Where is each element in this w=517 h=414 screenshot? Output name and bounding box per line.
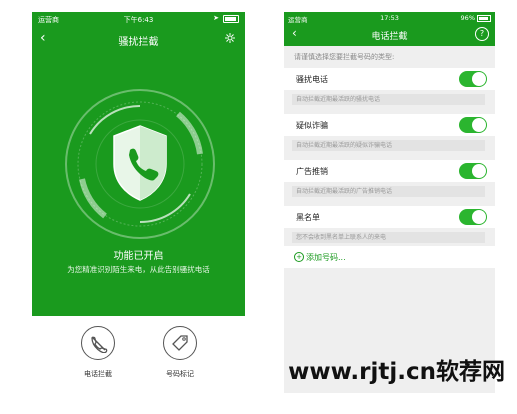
setting-label: 疑似诈骗 (296, 121, 328, 130)
setting-label: 黑名单 (296, 213, 320, 222)
setting-label: 广告推销 (296, 167, 328, 176)
setting-row-blacklist: 黑名单 (284, 206, 495, 228)
setting-description: 自动拦截近期最活跃的疑似诈骗电话 (292, 140, 485, 151)
toggle-switch-ads[interactable] (459, 163, 487, 179)
site-watermark: www.rjtj.cn软荐网 (288, 359, 505, 385)
add-number-button[interactable]: + 添加号码... (284, 246, 495, 268)
status-bar: 运营商 下午6:43 ➤ (32, 12, 245, 26)
shield-icon (113, 125, 167, 201)
nav-bar: ‹ 电话拦截 ? (284, 24, 495, 46)
left-phone-screen: 运营商 下午6:43 ➤ ‹ 骚扰拦截 功能已开启 为您精准识别陌生来电，从此告… (32, 12, 245, 393)
setting-row-fraud: 疑似诈骗 (284, 114, 495, 136)
call-block-label: 电话拦截 (84, 370, 112, 378)
battery-percent: 96% (460, 14, 475, 22)
gear-icon[interactable] (224, 32, 236, 44)
right-phone-screen: 运营商 17:53 96% ‹ 电话拦截 ? 请谨慎选择您要拦截号码的类型: 骚… (284, 12, 495, 393)
setting-description: 您不会收到黑名单上联系人的来电 (292, 232, 485, 243)
call-block-button[interactable]: 电话拦截 (68, 326, 128, 379)
setting-description: 自动拦截近期最活跃的骚扰电话 (292, 94, 485, 105)
setting-description: 自动拦截近期最活跃的广告推销电话 (292, 186, 485, 197)
phone-blocked-icon (91, 336, 108, 353)
page-title: 电话拦截 (371, 32, 408, 42)
add-number-label: 添加号码... (306, 253, 346, 262)
location-arrow-icon: ➤ (213, 14, 219, 22)
setting-row-harassment: 骚扰电话 (284, 68, 495, 90)
setting-row-ads: 广告推销 (284, 160, 495, 182)
status-bar: 运营商 17:53 96% (284, 12, 495, 24)
radar-shield-graphic (65, 89, 215, 239)
nav-bar: ‹ 骚扰拦截 (32, 26, 245, 52)
help-icon[interactable]: ? (475, 27, 489, 41)
toggle-switch-harassment[interactable] (459, 71, 487, 87)
plus-circle-icon: + (294, 252, 304, 262)
toggle-switch-blacklist[interactable] (459, 209, 487, 225)
instruction-hint: 请谨慎选择您要拦截号码的类型: (294, 53, 395, 61)
bottom-panel: 电话拦截 号码标记 (32, 316, 245, 393)
setting-label: 骚扰电话 (296, 75, 328, 84)
feature-status-title: 功能已开启 (113, 251, 164, 262)
toggle-switch-fraud[interactable] (459, 117, 487, 133)
number-tag-button[interactable]: 号码标记 (150, 326, 210, 379)
feature-status-subtitle: 为您精准识别陌生来电，从此告别骚扰电话 (67, 265, 210, 274)
battery-icon (477, 15, 491, 22)
page-title: 骚扰拦截 (118, 37, 159, 48)
number-tag-label: 号码标记 (166, 370, 194, 378)
tag-icon (172, 335, 188, 351)
battery-icon (223, 15, 239, 23)
